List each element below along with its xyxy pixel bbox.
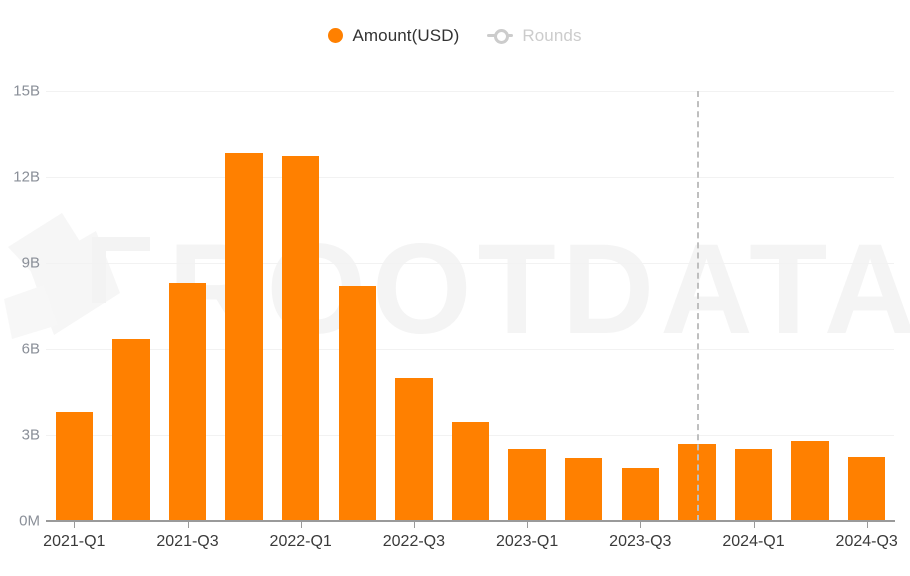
x-axis-tick bbox=[527, 520, 529, 528]
bar[interactable] bbox=[395, 377, 433, 521]
legend-item-label: Amount(USD) bbox=[352, 25, 460, 45]
x-axis-tick bbox=[300, 520, 302, 528]
chart-legend: Amount(USD) Rounds bbox=[0, 18, 910, 52]
funding-bar-chart: Amount(USD) Rounds ROOTDATA 15B 12B 9B 6… bbox=[0, 0, 910, 576]
y-tick-label-3b: 3B bbox=[21, 426, 40, 444]
x-axis-tick bbox=[866, 520, 868, 528]
y-axis: 15B 12B 9B 6B 3B 0M bbox=[0, 0, 40, 576]
x-tick-label: 2023-Q1 bbox=[495, 533, 559, 550]
bar[interactable] bbox=[621, 467, 659, 521]
bar[interactable] bbox=[282, 155, 320, 521]
bar[interactable] bbox=[168, 283, 207, 521]
y-tick-label-15b: 15B bbox=[13, 82, 40, 100]
bar[interactable] bbox=[791, 440, 829, 521]
x-tick-label: 2024-Q1 bbox=[722, 533, 785, 550]
bar[interactable] bbox=[508, 449, 546, 521]
y-tick-label-6b: 6B bbox=[21, 340, 40, 358]
y-tick-label-9b: 9B bbox=[21, 254, 40, 272]
legend-item-rounds[interactable]: Rounds bbox=[487, 27, 581, 44]
x-tick-label: 2024-Q3 bbox=[835, 533, 898, 550]
bar[interactable] bbox=[451, 422, 490, 521]
bar[interactable] bbox=[55, 412, 93, 521]
x-tick-label: 2021-Q3 bbox=[156, 533, 219, 550]
bar-series-amount-usd bbox=[46, 91, 895, 521]
bar[interactable] bbox=[225, 152, 263, 521]
marker-line-2023-q4 bbox=[696, 91, 699, 521]
x-axis-tick bbox=[753, 520, 755, 528]
x-tick-label: 2022-Q3 bbox=[382, 533, 446, 550]
bar[interactable] bbox=[112, 338, 150, 521]
x-axis-tick bbox=[74, 520, 76, 528]
legend-rounds-line-circle-icon bbox=[487, 28, 514, 44]
x-tick-label: 2022-Q1 bbox=[269, 533, 332, 550]
legend-amount-dot-icon bbox=[328, 27, 344, 43]
x-axis-tick bbox=[640, 520, 642, 528]
legend-item-label: Rounds bbox=[522, 25, 582, 45]
bar[interactable] bbox=[848, 456, 886, 521]
x-axis: 2021-Q1 2021-Q3 2022-Q1 2022-Q3 2023-Q1 2023-… bbox=[0, 520, 910, 576]
bar[interactable] bbox=[734, 449, 773, 521]
x-axis-tick bbox=[187, 520, 189, 528]
y-tick-label-12b: 12B bbox=[13, 168, 40, 186]
x-axis-tick bbox=[413, 520, 415, 528]
x-tick-label: 2023-Q3 bbox=[609, 533, 672, 550]
bar[interactable] bbox=[565, 457, 603, 521]
bar[interactable] bbox=[338, 285, 376, 521]
legend-item-amount-usd[interactable]: Amount(USD) bbox=[328, 27, 459, 44]
x-tick-label: 2021-Q1 bbox=[43, 533, 106, 550]
